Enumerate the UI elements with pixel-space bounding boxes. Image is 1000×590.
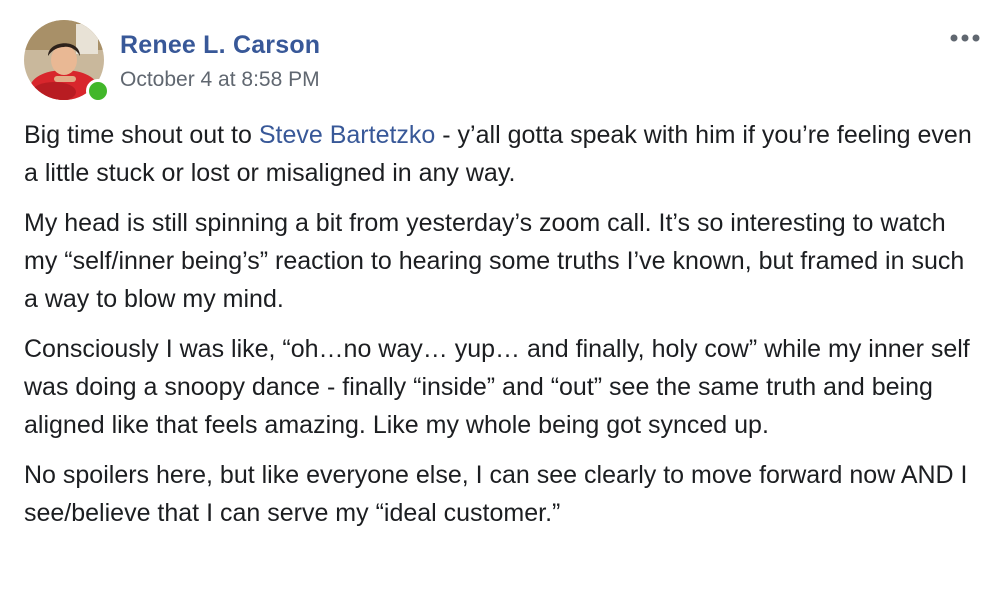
more-horizontal-icon [950, 34, 980, 42]
author-name[interactable]: Renee L. Carson [120, 29, 320, 61]
avatar-container [24, 20, 110, 103]
facebook-post: Renee L. Carson October 4 at 8:58 PM Big… [0, 0, 1000, 590]
paragraph-text-before-mention: Big time shout out to [24, 121, 259, 149]
post-timestamp[interactable]: October 4 at 8:58 PM [120, 66, 320, 94]
post-body: Big time shout out to Steve Bartetzko - … [24, 116, 984, 544]
post-paragraph: My head is still spinning a bit from yes… [24, 209, 965, 313]
post-paragraph: Big time shout out to Steve Bartetzko - … [24, 116, 984, 192]
post-header: Renee L. Carson October 4 at 8:58 PM [24, 20, 320, 103]
post-paragraph: No spoilers here, but like everyone else… [24, 461, 968, 527]
post-paragraph: Consciously I was like, “oh…no way… yup…… [24, 335, 970, 439]
mention-link[interactable]: Steve Bartetzko [259, 121, 435, 149]
online-status-dot [86, 79, 110, 103]
post-meta: Renee L. Carson October 4 at 8:58 PM [120, 29, 320, 94]
more-options-button[interactable] [946, 24, 986, 52]
